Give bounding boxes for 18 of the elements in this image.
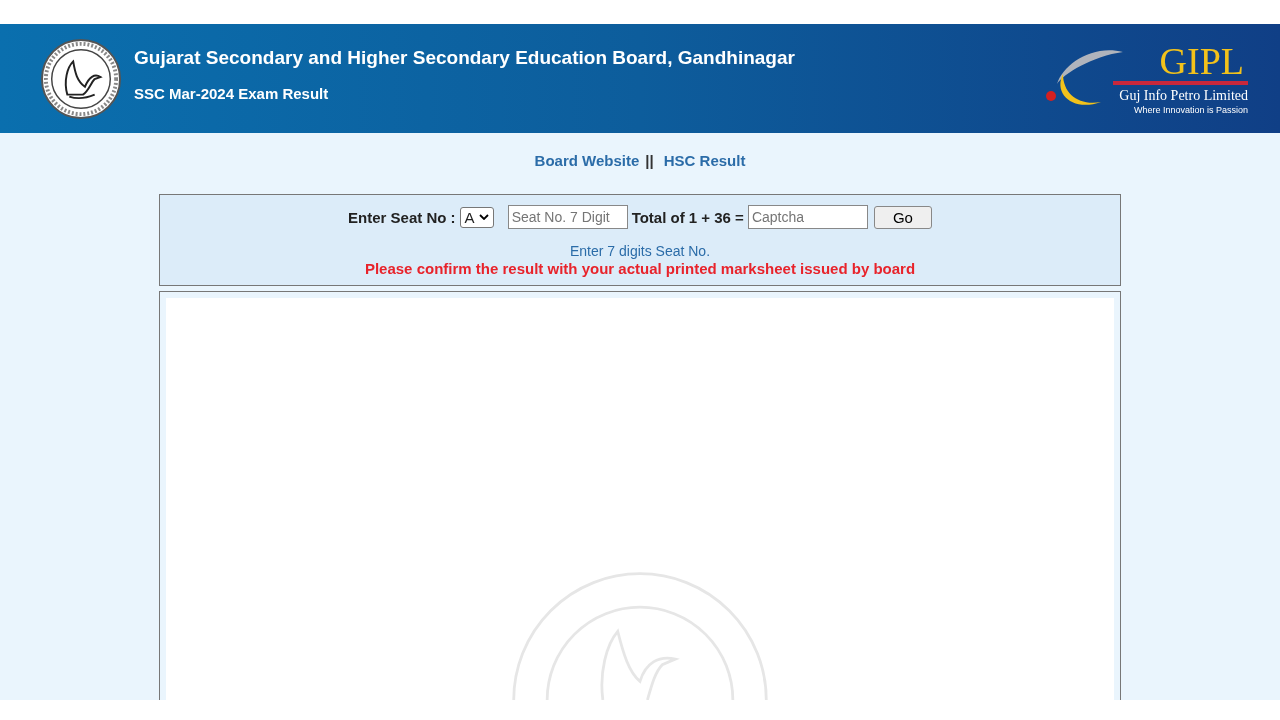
partner-tagline: Where Innovation is Passion [1133, 104, 1248, 115]
partner-logo-name: GIPL [1159, 42, 1245, 79]
board-seal-icon [40, 37, 122, 120]
board-title: Gujarat Secondary and Higher Secondary Education Board, Gandhinagar [134, 47, 795, 69]
nav-link[interactable]: HSC Result [663, 152, 746, 169]
warning-message: Please confirm the result with your actual printed marksheet issued by board [364, 260, 916, 277]
seat-hint: Enter 7 digits Seat No. [569, 243, 711, 259]
captcha-field[interactable]: Captcha [747, 205, 868, 229]
partner-company-name: Guj Info Petro Limited [1119, 87, 1248, 104]
exam-result-subtitle: SSC Mar-2024 Exam Result [134, 85, 330, 102]
seat-label: Enter Seat No : [348, 208, 456, 226]
captcha-question: Total of 1 + 36 = [631, 208, 744, 226]
go-button[interactable]: Go [873, 205, 932, 229]
chevron-down-icon [478, 214, 489, 220]
nav-link[interactable]: Board Website [534, 152, 640, 169]
seat-number-field[interactable]: Seat No. 7 Digit [507, 205, 628, 229]
link-separator: || [645, 152, 654, 169]
series-select[interactable]: A [459, 206, 494, 228]
